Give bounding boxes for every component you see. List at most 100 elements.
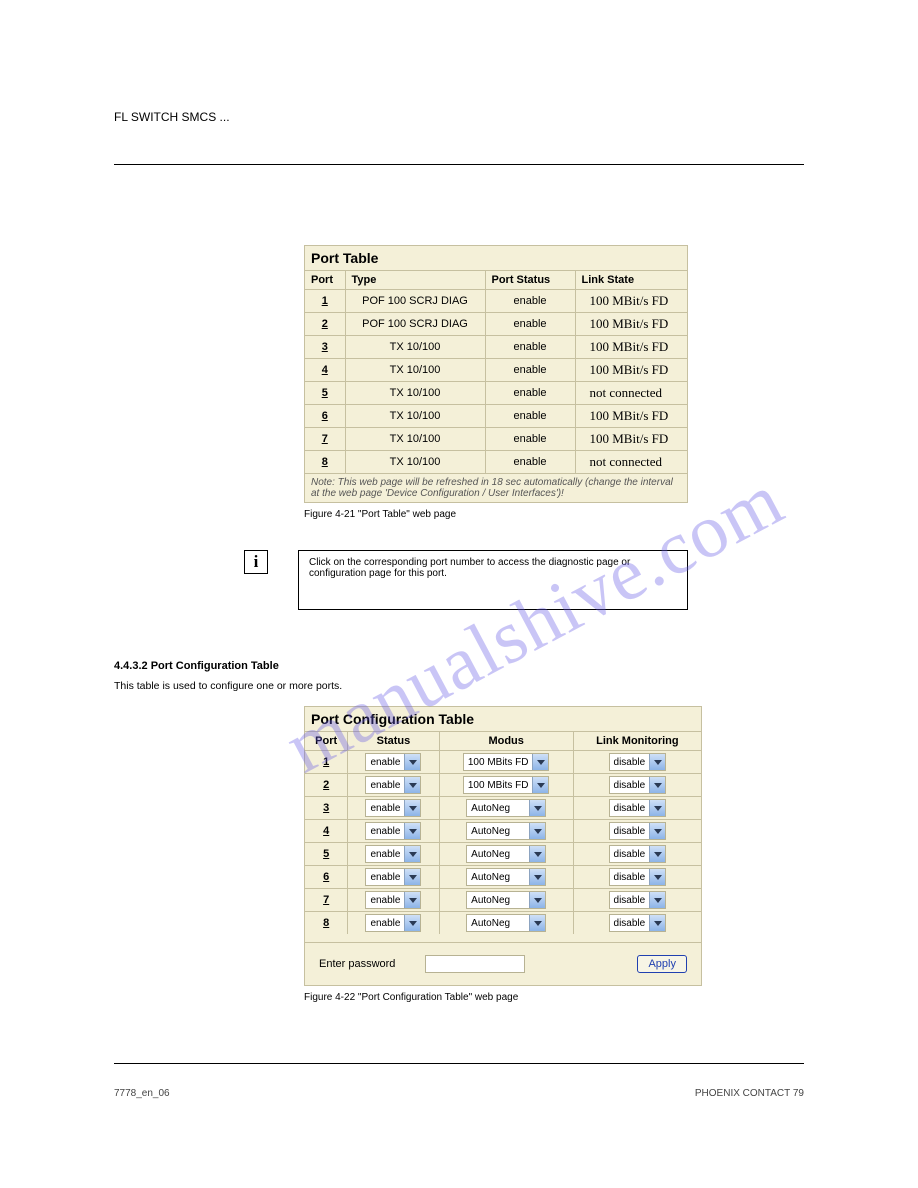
port-link[interactable]: 7	[305, 428, 345, 451]
status-select[interactable]: enable	[365, 753, 421, 771]
chevron-down-icon[interactable]	[649, 915, 665, 931]
port-link[interactable]: 4	[305, 820, 348, 843]
chevron-down-icon[interactable]	[649, 846, 665, 862]
select-value: enable	[366, 803, 404, 814]
port-table-panel: Port Table Port Type Port Status Link St…	[304, 245, 688, 503]
port-link[interactable]: 8	[305, 451, 345, 474]
chevron-down-icon[interactable]	[529, 915, 545, 931]
port-link[interactable]: 3	[305, 797, 348, 820]
chevron-down-icon[interactable]	[649, 869, 665, 885]
chevron-down-icon[interactable]	[529, 869, 545, 885]
port-link[interactable]: 1	[305, 290, 345, 313]
cfg-table-caption: Figure 4-22 "Port Configuration Table" w…	[304, 992, 804, 1003]
linkmon-select[interactable]: disable	[609, 891, 667, 909]
port-link[interactable]: 4	[305, 359, 345, 382]
cell: TX 10/100	[345, 359, 485, 382]
cell: enable	[485, 336, 575, 359]
port-table-caption: Figure 4-21 "Port Table" web page	[304, 509, 804, 520]
port-link[interactable]: 5	[305, 843, 348, 866]
cell: not connected	[575, 382, 687, 405]
port-link[interactable]: 8	[305, 912, 348, 935]
chevron-down-icon[interactable]	[404, 892, 420, 908]
port-table: Port Type Port Status Link State 1POF 10…	[305, 270, 687, 502]
modus-select[interactable]: AutoNeg	[466, 822, 546, 840]
status-select[interactable]: enable	[365, 776, 421, 794]
port-link[interactable]: 3	[305, 336, 345, 359]
chevron-down-icon[interactable]	[404, 754, 420, 770]
linkmon-select[interactable]: disable	[609, 845, 667, 863]
chevron-down-icon[interactable]	[529, 800, 545, 816]
select-value: enable	[366, 872, 404, 883]
port-link[interactable]: 5	[305, 382, 345, 405]
select-value: enable	[366, 918, 404, 929]
linkmon-select[interactable]: disable	[609, 914, 667, 932]
select-value: enable	[366, 757, 404, 768]
modus-select[interactable]: AutoNeg	[466, 868, 546, 886]
port-link[interactable]: 2	[305, 313, 345, 336]
chevron-down-icon[interactable]	[404, 777, 420, 793]
select-value: 100 MBits FD	[464, 780, 533, 791]
modus-select[interactable]: AutoNeg	[466, 799, 546, 817]
port-link[interactable]: 2	[305, 774, 348, 797]
select-value: AutoNeg	[467, 826, 529, 837]
cell: 100 MBit/s FD	[575, 405, 687, 428]
port-link[interactable]: 6	[305, 405, 345, 428]
linkmon-select[interactable]: disable	[609, 799, 667, 817]
port-link[interactable]: 7	[305, 889, 348, 912]
select-value: AutoNeg	[467, 918, 529, 929]
modus-select[interactable]: 100 MBits FD	[463, 753, 550, 771]
chevron-down-icon[interactable]	[649, 777, 665, 793]
chevron-down-icon[interactable]	[404, 800, 420, 816]
status-select[interactable]: enable	[365, 868, 421, 886]
chevron-down-icon[interactable]	[404, 915, 420, 931]
footer-left: 7778_en_06	[114, 1088, 170, 1099]
header-left: FL SWITCH SMCS ...	[114, 110, 230, 124]
modus-select[interactable]: AutoNeg	[466, 891, 546, 909]
chevron-down-icon[interactable]	[529, 846, 545, 862]
select-value: disable	[610, 780, 650, 791]
password-input[interactable]	[425, 955, 525, 973]
status-select[interactable]: enable	[365, 891, 421, 909]
chevron-down-icon[interactable]	[649, 754, 665, 770]
linkmon-select[interactable]: disable	[609, 753, 667, 771]
th-link: Link State	[575, 271, 687, 290]
top-rule	[114, 164, 804, 165]
chevron-down-icon[interactable]	[649, 823, 665, 839]
status-select[interactable]: enable	[365, 845, 421, 863]
status-select[interactable]: enable	[365, 914, 421, 932]
chevron-down-icon[interactable]	[532, 754, 548, 770]
th-status: Port Status	[485, 271, 575, 290]
status-select[interactable]: enable	[365, 822, 421, 840]
chevron-down-icon[interactable]	[404, 823, 420, 839]
cell: TX 10/100	[345, 336, 485, 359]
apply-button[interactable]: Apply	[637, 955, 687, 973]
modus-select[interactable]: 100 MBits FD	[463, 776, 550, 794]
chevron-down-icon[interactable]	[529, 823, 545, 839]
port-link[interactable]: 6	[305, 866, 348, 889]
chevron-down-icon[interactable]	[529, 892, 545, 908]
select-value: disable	[610, 803, 650, 814]
port-link[interactable]: 1	[305, 751, 348, 774]
modus-select[interactable]: AutoNeg	[466, 845, 546, 863]
cell: 100 MBit/s FD	[575, 313, 687, 336]
cell: not connected	[575, 451, 687, 474]
cell: 100 MBit/s FD	[575, 290, 687, 313]
linkmon-select[interactable]: disable	[609, 776, 667, 794]
enter-password-label: Enter password	[319, 958, 395, 970]
chevron-down-icon[interactable]	[404, 869, 420, 885]
footer-right: PHOENIX CONTACT 79	[695, 1088, 804, 1099]
chevron-down-icon[interactable]	[404, 846, 420, 862]
chevron-down-icon[interactable]	[532, 777, 548, 793]
chevron-down-icon[interactable]	[649, 800, 665, 816]
cell: enable	[485, 313, 575, 336]
cfg-table-panel: Port Configuration Table Port Status Mod…	[304, 706, 702, 986]
chevron-down-icon[interactable]	[649, 892, 665, 908]
cell: enable	[485, 359, 575, 382]
linkmon-select[interactable]: disable	[609, 868, 667, 886]
status-select[interactable]: enable	[365, 799, 421, 817]
cell: 100 MBit/s FD	[575, 428, 687, 451]
modus-select[interactable]: AutoNeg	[466, 914, 546, 932]
linkmon-select[interactable]: disable	[609, 822, 667, 840]
select-value: AutoNeg	[467, 849, 529, 860]
select-value: disable	[610, 826, 650, 837]
